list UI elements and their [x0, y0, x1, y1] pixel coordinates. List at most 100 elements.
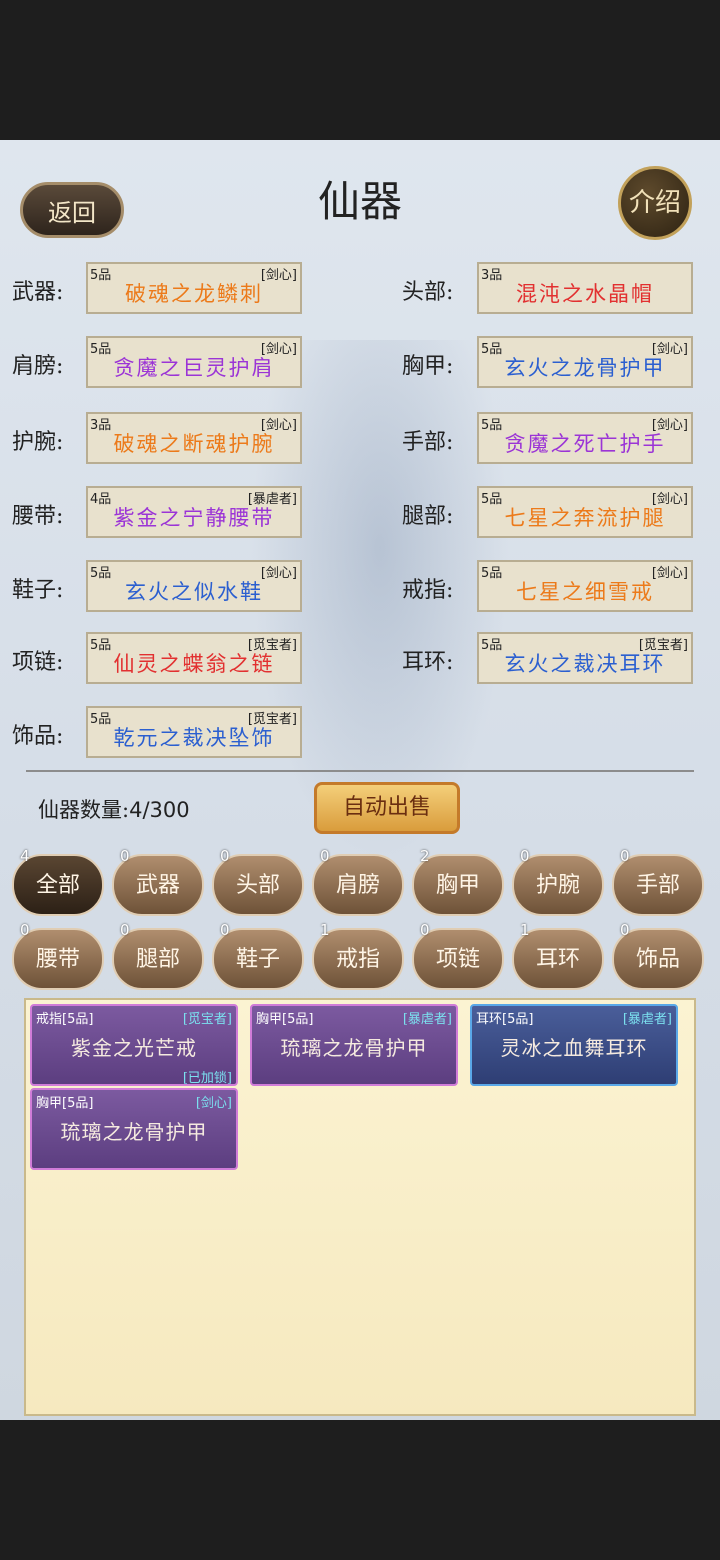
intro-button[interactable]: 介绍: [618, 166, 692, 240]
category-tab[interactable]: 4 全部: [12, 848, 104, 916]
card-name: 琉璃之龙骨护甲: [60, 1120, 208, 1144]
tab-count-badge: 0: [220, 921, 230, 939]
category-tab[interactable]: 1 戒指: [312, 922, 404, 990]
equipment-slot[interactable]: 5品 [剑心] 破魂之龙鳞刺: [86, 262, 302, 314]
tab-label: 戒指: [335, 947, 380, 972]
equipment-slot[interactable]: 3品 混沌之水晶帽: [477, 262, 693, 314]
slot-label: 头部:: [402, 280, 454, 305]
category-tab[interactable]: 1 耳环: [512, 922, 604, 990]
category-tab[interactable]: 2 胸甲: [412, 848, 504, 916]
category-tab[interactable]: 0 肩膀: [312, 848, 404, 916]
equipment-slot[interactable]: 5品 [觅宝者] 仙灵之蝶翁之链: [86, 632, 302, 684]
tab-label: 全部: [35, 873, 80, 898]
category-tab[interactable]: 0 头部: [212, 848, 304, 916]
tab-count-badge: 0: [620, 847, 630, 865]
category-tab[interactable]: 0 护腕: [512, 848, 604, 916]
slot-label: 项链:: [12, 650, 64, 675]
tab-count-badge: 0: [220, 847, 230, 865]
slot-label: 腿部:: [402, 504, 454, 529]
category-tab[interactable]: 0 项链: [412, 922, 504, 990]
category-tab[interactable]: 0 腿部: [112, 922, 204, 990]
tab-count-badge: 2: [420, 847, 430, 865]
category-tab[interactable]: 0 武器: [112, 848, 204, 916]
slot-item-name: 贪魔之巨灵护肩: [113, 356, 275, 380]
card-type: 胸甲[5品]: [36, 1096, 94, 1111]
status-bar-area: [0, 0, 720, 140]
category-tab[interactable]: 0 饰品: [612, 922, 704, 990]
equipment-slot[interactable]: 5品 [剑心] 七星之奔流护腿: [477, 486, 693, 538]
slot-label: 武器:: [12, 280, 64, 305]
inventory-panel: 戒指[5品] [觅宝者] 紫金之光芒戒 [已加锁] 胸甲[5品] [暴虐者] 琉璃之龙骨护甲…: [24, 998, 696, 1416]
tab-count-badge: 1: [520, 921, 530, 939]
tab-count-badge: 4: [20, 847, 30, 865]
tab-count-badge: 0: [320, 847, 330, 865]
tab-label: 项链: [435, 947, 480, 972]
category-tab[interactable]: 0 鞋子: [212, 922, 304, 990]
auto-sell-button[interactable]: 自动出售: [314, 782, 460, 834]
tab-count-badge: 0: [520, 847, 530, 865]
tab-count-badge: 0: [20, 921, 30, 939]
card-tag: [剑心]: [195, 1096, 232, 1111]
item-count-label: 仙器数量:: [38, 798, 130, 822]
card-type: 戒指[5品]: [36, 1012, 94, 1027]
inventory-card[interactable]: 胸甲[5品] [暴虐者] 琉璃之龙骨护甲: [250, 1004, 458, 1086]
equipment-slot[interactable]: 5品 [剑心] 玄火之龙骨护甲: [477, 336, 693, 388]
slot-item-name: 乾元之裁决坠饰: [113, 726, 275, 750]
tab-label: 手部: [635, 873, 680, 898]
slot-item-name: 混沌之水晶帽: [516, 282, 654, 306]
inventory-card[interactable]: 耳环[5品] [暴虐者] 灵冰之血舞耳环: [470, 1004, 678, 1086]
tab-label: 腰带: [35, 947, 80, 972]
card-name: 灵冰之血舞耳环: [500, 1036, 648, 1060]
game-screen: 返回 仙器 介绍 武器: 5品 [剑心] 破魂之龙鳞刺 头部: 3品 混沌之水晶帽 肩膀: 5品…: [0, 140, 720, 1420]
card-type: 胸甲[5品]: [256, 1012, 314, 1027]
tab-label: 肩膀: [335, 873, 380, 898]
tab-label: 胸甲: [435, 873, 480, 898]
equipment-slot[interactable]: 5品 [剑心] 玄火之似水鞋: [86, 560, 302, 612]
slot-item-name: 七星之细雪戒: [516, 580, 654, 604]
page-title: 仙器: [317, 177, 402, 226]
equipment-slot[interactable]: 5品 [觅宝者] 玄火之裁决耳环: [477, 632, 693, 684]
slot-item-name: 贪魔之死亡护手: [504, 432, 666, 456]
tab-count-badge: 1: [320, 921, 330, 939]
card-tag: [暴虐者]: [622, 1012, 672, 1027]
tab-count-badge: 0: [420, 921, 430, 939]
inventory-card[interactable]: 戒指[5品] [觅宝者] 紫金之光芒戒 [已加锁]: [30, 1004, 238, 1086]
card-tag: [觅宝者]: [182, 1012, 232, 1027]
card-tag: [暴虐者]: [402, 1012, 452, 1027]
slot-item-name: 七星之奔流护腿: [504, 506, 666, 530]
card-lock-status: [已加锁]: [182, 1071, 232, 1086]
category-tab[interactable]: 0 手部: [612, 848, 704, 916]
tab-label: 腿部: [135, 947, 180, 972]
equipment-slot[interactable]: 5品 [觅宝者] 乾元之裁决坠饰: [86, 706, 302, 758]
slot-label: 手部:: [402, 430, 454, 455]
equipment-slot[interactable]: 4品 [暴虐者] 紫金之宁静腰带: [86, 486, 302, 538]
tab-label: 饰品: [635, 947, 680, 972]
slot-label: 肩膀:: [12, 354, 64, 379]
slot-label: 戒指:: [402, 578, 454, 603]
slot-item-name: 玄火之裁决耳环: [504, 652, 666, 676]
equipment-slot[interactable]: 5品 [剑心] 贪魔之死亡护手: [477, 412, 693, 464]
tab-count-badge: 0: [120, 847, 130, 865]
tab-label: 头部: [235, 873, 280, 898]
divider: [26, 770, 694, 772]
slot-item-name: 玄火之似水鞋: [125, 580, 263, 604]
card-name: 紫金之光芒戒: [71, 1036, 197, 1060]
equipment-slot[interactable]: 5品 [剑心] 贪魔之巨灵护肩: [86, 336, 302, 388]
item-count-value: 4/300: [129, 798, 190, 822]
slot-item-name: 破魂之龙鳞刺: [125, 282, 263, 306]
tab-label: 护腕: [535, 873, 580, 898]
slot-label: 腰带:: [12, 504, 64, 529]
card-type: 耳环[5品]: [476, 1012, 534, 1027]
tab-count-badge: 0: [620, 921, 630, 939]
inventory-card[interactable]: 胸甲[5品] [剑心] 琉璃之龙骨护甲: [30, 1088, 238, 1170]
tab-label: 武器: [135, 873, 180, 898]
slot-label: 鞋子:: [12, 578, 64, 603]
tab-count-badge: 0: [120, 921, 130, 939]
tab-label: 耳环: [535, 947, 580, 972]
category-tab[interactable]: 0 腰带: [12, 922, 104, 990]
card-name: 琉璃之龙骨护甲: [280, 1036, 428, 1060]
slot-item-name: 玄火之龙骨护甲: [504, 356, 666, 380]
equipment-slot[interactable]: 3品 [剑心] 破魂之断魂护腕: [86, 412, 302, 464]
slot-label: 耳环:: [402, 650, 454, 675]
equipment-slot[interactable]: 5品 [剑心] 七星之细雪戒: [477, 560, 693, 612]
